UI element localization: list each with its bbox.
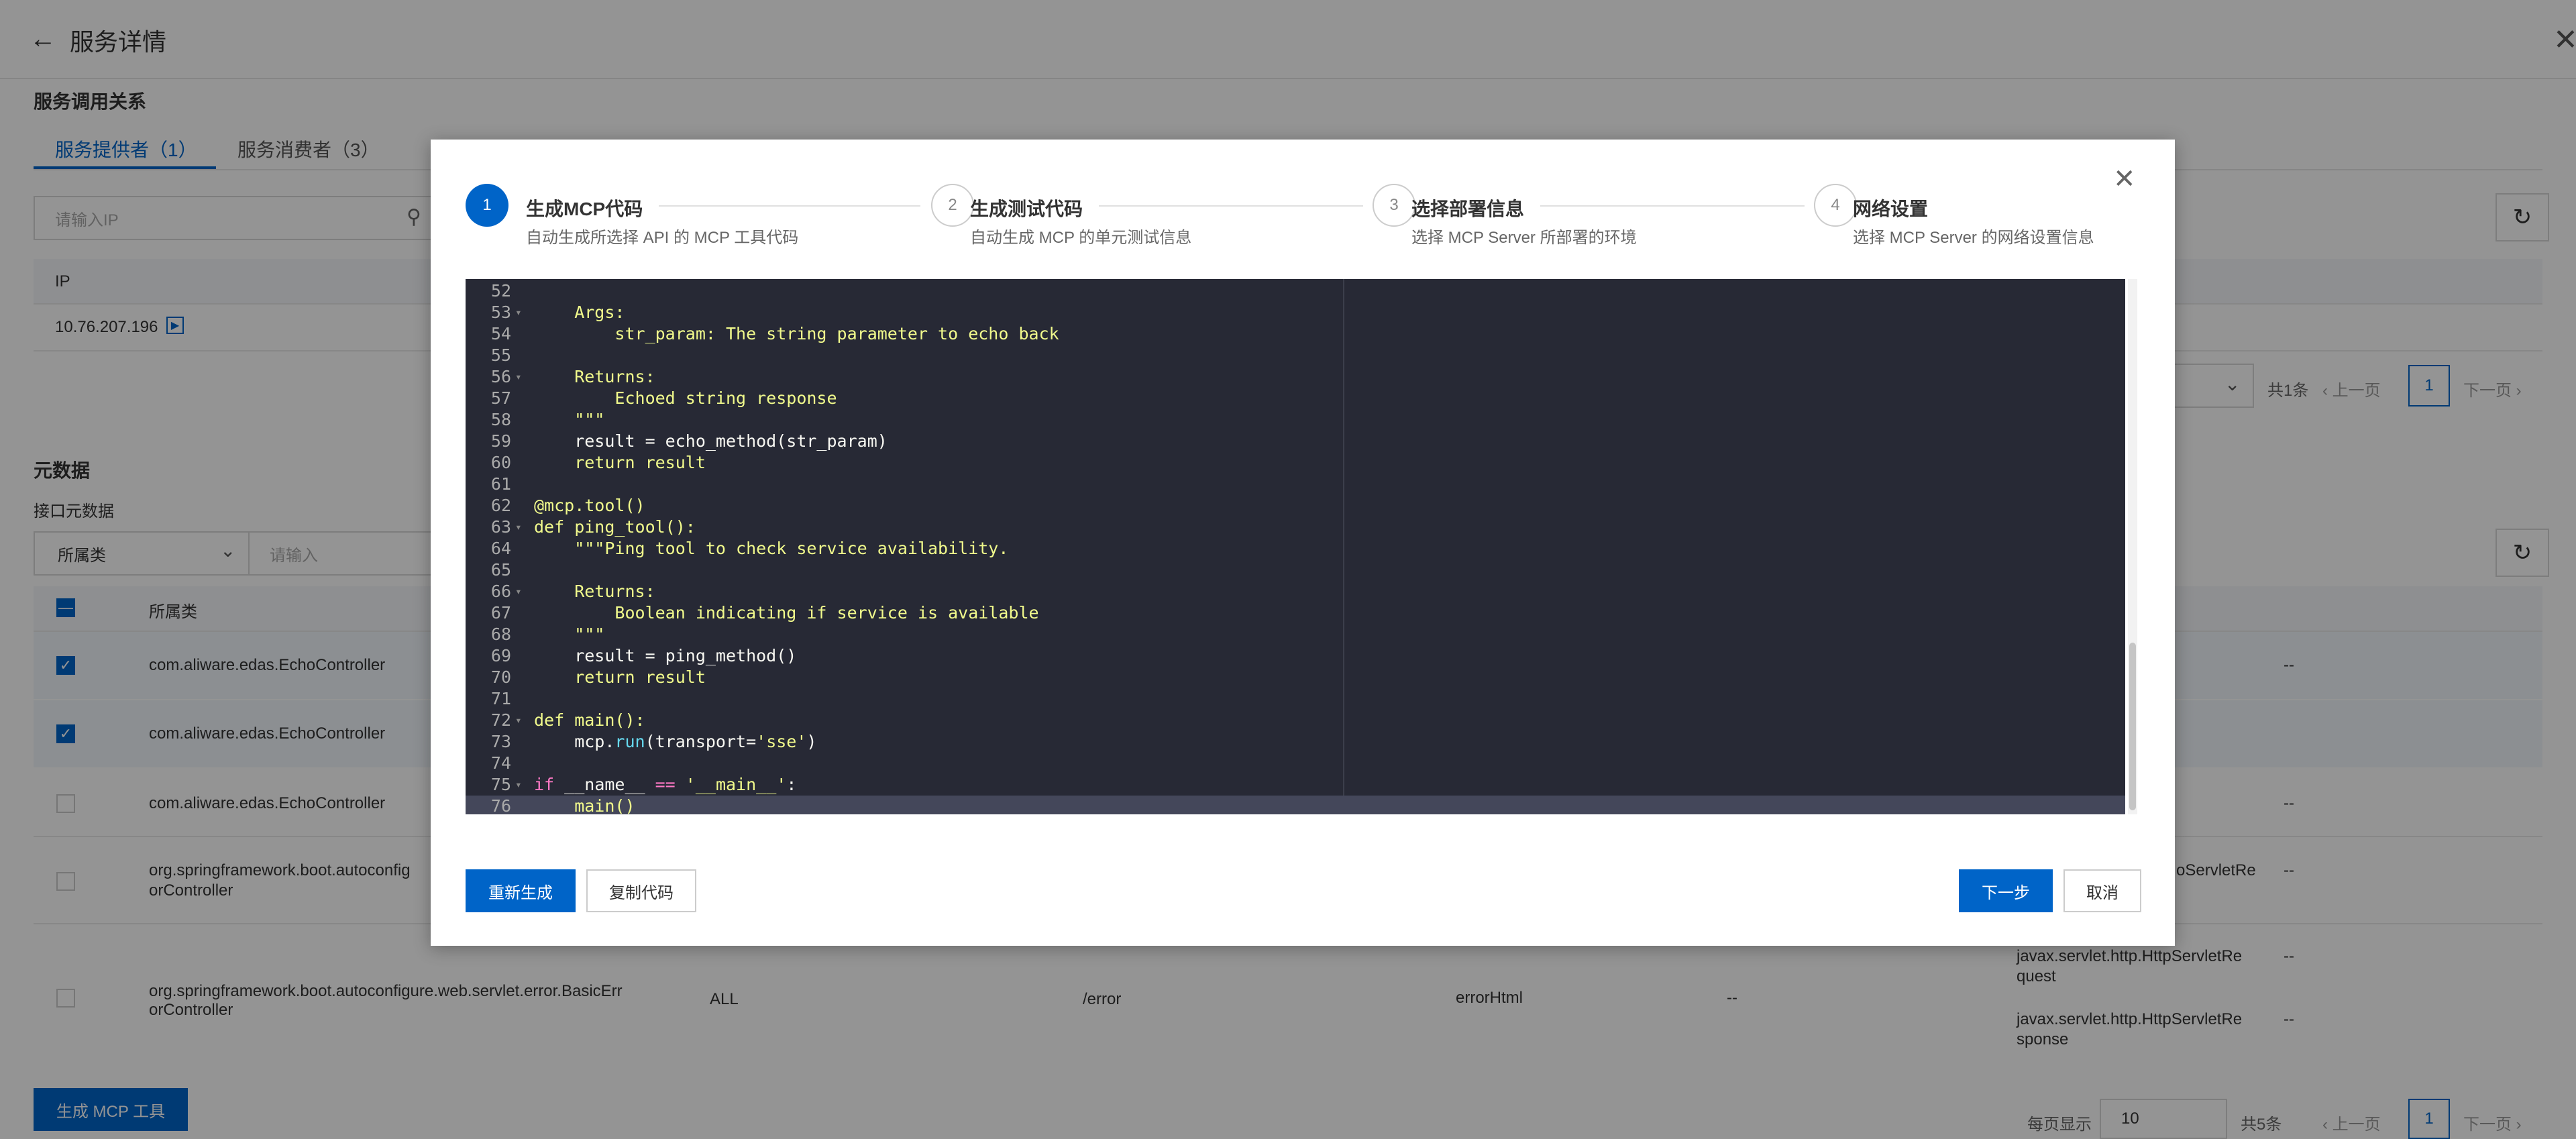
line-number: 62 <box>490 496 511 515</box>
line-number: 52 <box>490 281 511 301</box>
line-number: 54 <box>490 324 511 343</box>
code-line: 55 <box>466 345 2125 366</box>
code-text: def ping_tool(): <box>534 517 696 537</box>
step-3-title: 选择部署信息 <box>1411 199 1525 219</box>
step-1-indicator: 1 <box>466 184 508 227</box>
line-number: 73 <box>490 732 511 751</box>
step-3-desc: 选择 MCP Server 所部署的环境 <box>1411 229 1637 247</box>
code-line: 52 <box>466 280 2125 302</box>
step-4-indicator: 4 <box>1814 184 1857 227</box>
code-line: 76 main() <box>466 796 2125 814</box>
step-2-desc: 自动生成 MCP 的单元测试信息 <box>970 229 1192 247</box>
fold-arrow-icon[interactable]: ▾ <box>515 581 522 602</box>
fold-arrow-icon[interactable]: ▾ <box>515 710 522 731</box>
line-number: 76 <box>490 796 511 814</box>
fold-arrow-icon[interactable]: ▾ <box>515 517 522 538</box>
fold-arrow-icon[interactable]: ▾ <box>515 774 522 796</box>
code-text: Args: <box>534 303 625 322</box>
regenerate-button[interactable]: 重新生成 <box>466 869 576 912</box>
code-line: 57 Echoed string response <box>466 388 2125 409</box>
step-connector <box>1099 205 1363 207</box>
line-number: 70 <box>490 667 511 687</box>
code-line: 74 <box>466 753 2125 774</box>
line-number: 57 <box>490 388 511 408</box>
code-line: 66 ▾ Returns: <box>466 581 2125 602</box>
code-text: mcp.run(transport='sse') <box>534 732 817 751</box>
code-text: if __name__ == '__main__': <box>534 775 797 794</box>
step-4-desc: 选择 MCP Server 的网络设置信息 <box>1853 229 2094 247</box>
next-step-button[interactable]: 下一步 <box>1959 869 2053 912</box>
code-text: """ <box>534 625 605 644</box>
copy-code-button[interactable]: 复制代码 <box>586 869 696 912</box>
code-line: 75 ▾ if __name__ == '__main__': <box>466 774 2125 796</box>
cancel-button[interactable]: 取消 <box>2063 869 2141 912</box>
line-number: 67 <box>490 603 511 622</box>
line-number: 68 <box>490 625 511 644</box>
step-1-desc: 自动生成所选择 API 的 MCP 工具代码 <box>526 229 799 247</box>
code-line: 56 ▾ Returns: <box>466 366 2125 388</box>
code-line: 53 ▾ Args: <box>466 302 2125 323</box>
fold-arrow-icon[interactable]: ▾ <box>515 302 522 323</box>
code-text: Returns: <box>534 367 655 386</box>
generate-mcp-dialog: ✕ 1 生成MCP代码 自动生成所选择 API 的 MCP 工具代码 2 生成测… <box>431 140 2175 946</box>
code-text: result = echo_method(str_param) <box>534 431 888 451</box>
fold-arrow-icon[interactable]: ▾ <box>515 366 522 388</box>
code-text: @mcp.tool() <box>534 496 645 515</box>
line-number: 53 <box>490 303 511 322</box>
code-line: 54 str_param: The string parameter to ec… <box>466 323 2125 345</box>
code-line: 73 mcp.run(transport='sse') <box>466 731 2125 753</box>
code-line: 58 """ <box>466 409 2125 431</box>
line-number: 64 <box>490 539 511 558</box>
line-number: 63 <box>490 517 511 537</box>
line-number: 72 <box>490 710 511 730</box>
line-number: 56 <box>490 367 511 386</box>
code-line: 61 <box>466 474 2125 495</box>
code-text: """ <box>534 410 605 429</box>
code-text: Boolean indicating if service is availab… <box>534 603 1039 622</box>
code-line: 59 result = echo_method(str_param) <box>466 431 2125 452</box>
line-number: 59 <box>490 431 511 451</box>
line-number: 55 <box>490 345 511 365</box>
code-line: 72 ▾ def main(): <box>466 710 2125 731</box>
step-2-title: 生成测试代码 <box>970 199 1083 219</box>
step-1-title: 生成MCP代码 <box>526 199 643 219</box>
line-number: 69 <box>490 646 511 665</box>
code-line: 67 Boolean indicating if service is avai… <box>466 602 2125 624</box>
step-3-indicator: 3 <box>1373 184 1415 227</box>
code-line: 70 return result <box>466 667 2125 688</box>
close-icon[interactable]: ✕ <box>2113 164 2136 195</box>
code-text: return result <box>534 667 706 687</box>
code-line: 63 ▾ def ping_tool(): <box>466 517 2125 538</box>
code-line: 64 """Ping tool to check service availab… <box>466 538 2125 559</box>
code-line: 68 """ <box>466 624 2125 645</box>
code-text: Echoed string response <box>534 388 837 408</box>
code-text: Returns: <box>534 582 655 601</box>
code-line: 65 <box>466 559 2125 581</box>
step-2-indicator: 2 <box>931 184 974 227</box>
line-number: 60 <box>490 453 511 472</box>
line-number: 75 <box>490 775 511 794</box>
code-line: 69 result = ping_method() <box>466 645 2125 667</box>
step-4-title: 网络设置 <box>1853 199 1929 219</box>
code-editor[interactable]: 52 53 ▾ Args: 54 str_param: The string para… <box>466 279 2125 814</box>
code-line: 60 return result <box>466 452 2125 474</box>
code-text: main() <box>534 796 635 814</box>
step-connector <box>659 205 920 207</box>
line-number: 65 <box>490 560 511 580</box>
line-number: 58 <box>490 410 511 429</box>
editor-scrollbar-thumb[interactable] <box>2129 643 2136 810</box>
line-number: 66 <box>490 582 511 601</box>
code-text: return result <box>534 453 706 472</box>
step-connector <box>1540 205 1805 207</box>
code-line: 62 @mcp.tool() <box>466 495 2125 517</box>
line-number: 71 <box>490 689 511 708</box>
code-text: """Ping tool to check service availabili… <box>534 539 1009 558</box>
line-number: 61 <box>490 474 511 494</box>
code-text: def main(): <box>534 710 645 730</box>
code-text: str_param: The string parameter to echo … <box>534 324 1059 343</box>
code-text: result = ping_method() <box>534 646 797 665</box>
line-number: 74 <box>490 753 511 773</box>
code-line: 71 <box>466 688 2125 710</box>
